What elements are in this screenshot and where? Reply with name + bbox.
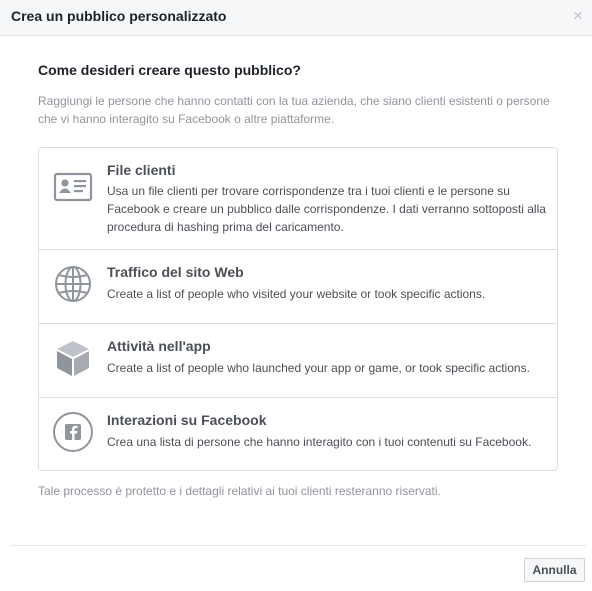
option-customer-file[interactable]: File clienti Usa un file clienti per tro… xyxy=(39,148,557,249)
question-heading: Come desideri creare questo pubblico? xyxy=(38,62,301,78)
option-website-traffic[interactable]: Traffico del sito Web Create a list of p… xyxy=(39,249,557,323)
option-title: Attività nell'app xyxy=(107,338,211,354)
option-description: Usa un file clienti per trovare corrispo… xyxy=(107,184,546,234)
contact-card-icon xyxy=(52,165,94,207)
dialog-title: Crea un pubblico personalizzato xyxy=(11,8,227,24)
option-title: Interazioni su Facebook xyxy=(107,412,267,428)
globe-icon xyxy=(52,263,94,305)
option-title: Traffico del sito Web xyxy=(107,264,244,280)
option-title: File clienti xyxy=(107,162,176,178)
option-description: Create a list of people who launched you… xyxy=(107,361,530,375)
option-facebook-engagement[interactable]: Interazioni su Facebook Crea una lista d… xyxy=(39,397,557,470)
dialog-header: Crea un pubblico personalizzato × xyxy=(0,0,592,36)
audience-source-list: File clienti Usa un file clienti per tro… xyxy=(38,147,558,471)
option-app-activity[interactable]: Attività nell'app Create a list of peopl… xyxy=(39,323,557,397)
cancel-button[interactable]: Annulla xyxy=(524,558,585,582)
facebook-icon xyxy=(52,411,94,453)
footer-divider xyxy=(10,545,586,546)
intro-description: Raggiungi le persone che hanno contatti … xyxy=(38,94,550,126)
privacy-note: Tale processo è protetto e i dettagli re… xyxy=(38,484,441,498)
close-icon[interactable]: × xyxy=(570,7,586,24)
option-description: Create a list of people who visited your… xyxy=(107,287,486,301)
option-description: Crea una lista di persone che hanno inte… xyxy=(107,435,532,449)
cube-icon xyxy=(52,337,94,379)
